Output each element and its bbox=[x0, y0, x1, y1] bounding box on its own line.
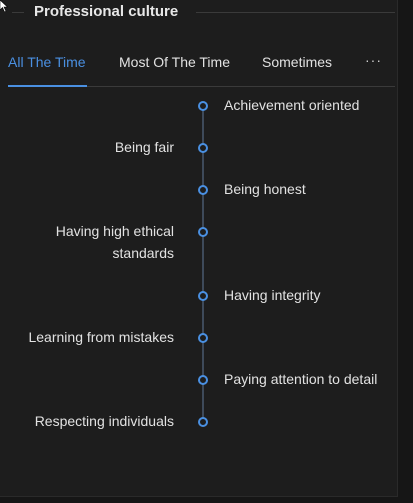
tab-sometimes[interactable]: Sometimes bbox=[262, 54, 332, 70]
more-tabs-button[interactable]: ··· bbox=[365, 52, 382, 68]
timeline-dot-icon bbox=[198, 333, 208, 343]
timeline-item-paying-attention-to-detail: Paying attention to detail bbox=[224, 371, 378, 387]
timeline-item-having-high-ethical-standards: Having high ethical standards bbox=[55, 223, 174, 261]
timeline-dot-icon bbox=[198, 185, 208, 195]
frequency-tabs: All The Time Most Of The Time Sometimes … bbox=[8, 44, 395, 87]
timeline-item-learning-from-mistakes: Learning from mistakes bbox=[28, 329, 174, 345]
timeline-item-having-integrity: Having integrity bbox=[224, 287, 321, 303]
timeline-item-achievement-oriented: Achievement oriented bbox=[224, 97, 360, 113]
panel-header: Professional culture bbox=[0, 0, 397, 26]
header-divider-right bbox=[196, 12, 395, 13]
timeline-item-being-fair: Being fair bbox=[114, 139, 174, 155]
active-tab-indicator bbox=[8, 85, 87, 87]
timeline-dot-icon bbox=[198, 227, 208, 237]
panel-title: Professional culture bbox=[34, 3, 179, 20]
timeline-dot-icon bbox=[198, 417, 208, 427]
timeline-dot-icon bbox=[198, 375, 208, 385]
timeline-item-respecting-individuals: Respecting individuals bbox=[34, 413, 174, 429]
timeline-dot-icon bbox=[198, 101, 208, 111]
header-divider-left bbox=[12, 12, 24, 13]
timeline-dot-icon bbox=[198, 291, 208, 301]
tab-all-the-time[interactable]: All The Time bbox=[8, 54, 86, 70]
timeline-item-being-honest: Being honest bbox=[224, 181, 306, 197]
tab-most-of-the-time[interactable]: Most Of The Time bbox=[119, 54, 230, 70]
professional-culture-panel: Professional culture All The Time Most O… bbox=[0, 0, 398, 497]
timeline-dot-icon bbox=[198, 143, 208, 153]
